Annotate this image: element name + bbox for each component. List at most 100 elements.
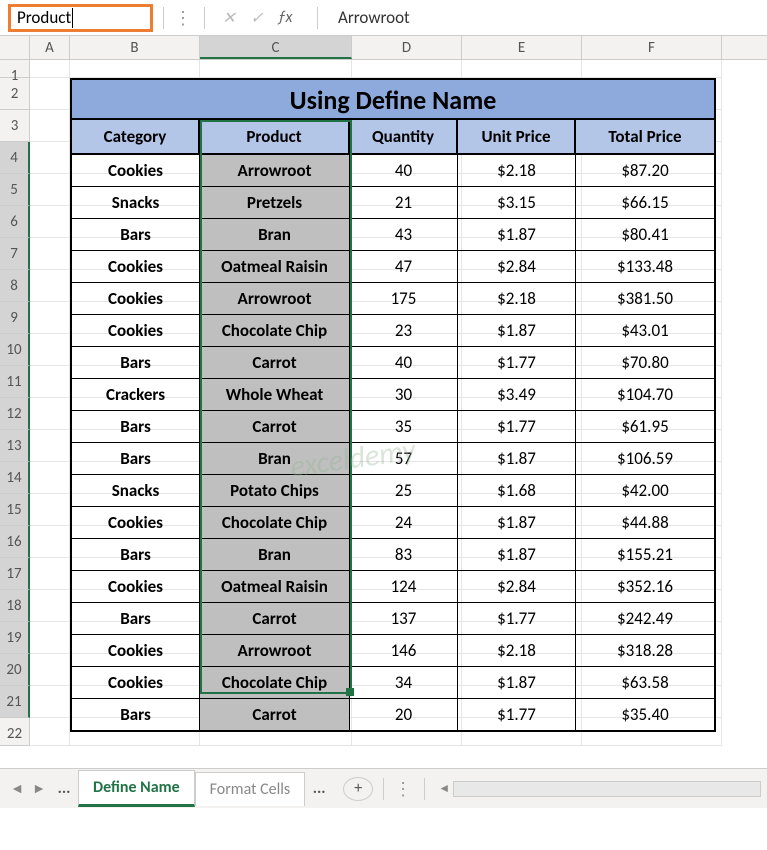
cell-tot: $66.15 bbox=[576, 187, 714, 218]
scroll-left-icon[interactable]: ◄ bbox=[435, 781, 453, 796]
formula-bar: Product ⋮ ✕ ✓ ƒx Arrowroot bbox=[0, 0, 767, 36]
separator bbox=[317, 7, 318, 29]
cell-unit: $1.68 bbox=[458, 475, 576, 506]
row-header-4[interactable]: 4 bbox=[0, 142, 30, 174]
cell-unit: $2.84 bbox=[458, 251, 576, 282]
cell-tot: $104.70 bbox=[576, 379, 714, 410]
cells[interactable]: Using Define Name Category Product Quant… bbox=[30, 60, 767, 746]
table-row[interactable]: SnacksPretzels21$3.15$66.15 bbox=[72, 187, 714, 219]
add-sheet-button[interactable]: + bbox=[343, 777, 373, 801]
table-row[interactable]: CookiesChocolate Chip23$1.87$43.01 bbox=[72, 315, 714, 347]
cell-prod: Bran bbox=[200, 443, 350, 474]
table-row[interactable]: BarsBran43$1.87$80.41 bbox=[72, 219, 714, 251]
tab-format-cells[interactable]: Format Cells bbox=[195, 772, 306, 806]
table-row[interactable]: CookiesArrowroot146$2.18$318.28 bbox=[72, 635, 714, 667]
table-row[interactable]: CookiesChocolate Chip34$1.87$63.58 bbox=[72, 667, 714, 699]
cell-qty: 40 bbox=[350, 155, 458, 186]
cancel-button[interactable]: ✕ bbox=[215, 8, 243, 28]
row-header-1[interactable]: 1 bbox=[0, 60, 30, 78]
cell-cat: Cookies bbox=[72, 635, 200, 666]
table-row[interactable]: BarsCarrot137$1.77$242.49 bbox=[72, 603, 714, 635]
cell-tot: $87.20 bbox=[576, 155, 714, 186]
tab-define-name[interactable]: Define Name bbox=[78, 770, 195, 807]
col-header-d[interactable]: D bbox=[352, 36, 462, 59]
col-header-e[interactable]: E bbox=[462, 36, 582, 59]
tab-nav-prev[interactable]: ◄ bbox=[6, 780, 28, 797]
row-header-17[interactable]: 17 bbox=[0, 558, 30, 590]
cell-unit: $3.49 bbox=[458, 379, 576, 410]
row-header-18[interactable]: 18 bbox=[0, 590, 30, 622]
scroll-track[interactable] bbox=[453, 781, 761, 797]
cell-cat: Bars bbox=[72, 539, 200, 570]
cell-qty: 20 bbox=[350, 699, 458, 730]
col-header-b[interactable]: B bbox=[70, 36, 200, 59]
table-title: Using Define Name bbox=[72, 80, 714, 120]
cell-unit: $1.77 bbox=[458, 603, 576, 634]
row-header-16[interactable]: 16 bbox=[0, 526, 30, 558]
table-row[interactable]: CookiesArrowroot40$2.18$87.20 bbox=[72, 155, 714, 187]
dots-icon: ⋮ bbox=[394, 778, 414, 800]
cell-unit: $1.77 bbox=[458, 347, 576, 378]
row-header-20[interactable]: 20 bbox=[0, 654, 30, 686]
fx-button[interactable]: ƒx bbox=[271, 8, 299, 27]
row-header-22[interactable]: 22 bbox=[0, 718, 30, 746]
cell-prod: Carrot bbox=[200, 411, 350, 442]
cell-unit: $3.15 bbox=[458, 187, 576, 218]
table-row[interactable]: CookiesChocolate Chip24$1.87$44.88 bbox=[72, 507, 714, 539]
row-header-15[interactable]: 15 bbox=[0, 494, 30, 526]
row-header-3[interactable]: 3 bbox=[0, 110, 30, 142]
cell-cat: Bars bbox=[72, 219, 200, 250]
row-header-8[interactable]: 8 bbox=[0, 270, 30, 302]
tab-overflow-left[interactable]: ... bbox=[50, 779, 78, 798]
row-header-2[interactable]: 2 bbox=[0, 78, 30, 110]
cell-prod: Arrowroot bbox=[200, 635, 350, 666]
table-row[interactable]: SnacksPotato Chips25$1.68$42.00 bbox=[72, 475, 714, 507]
row-header-21[interactable]: 21 bbox=[0, 686, 30, 718]
tab-nav-next[interactable]: ► bbox=[28, 780, 50, 797]
table-row[interactable]: CookiesOatmeal Raisin124$2.84$352.16 bbox=[72, 571, 714, 603]
cell-qty: 47 bbox=[350, 251, 458, 282]
row-header-7[interactable]: 7 bbox=[0, 238, 30, 270]
tab-overflow-right[interactable]: ... bbox=[305, 779, 333, 798]
row-header-9[interactable]: 9 bbox=[0, 302, 30, 334]
row-header-11[interactable]: 11 bbox=[0, 366, 30, 398]
cell-qty: 23 bbox=[350, 315, 458, 346]
cell-tot: $44.88 bbox=[576, 507, 714, 538]
table-row[interactable]: CookiesOatmeal Raisin47$2.84$133.48 bbox=[72, 251, 714, 283]
cell-unit: $2.84 bbox=[458, 571, 576, 602]
row-header-12[interactable]: 12 bbox=[0, 398, 30, 430]
row-header-10[interactable]: 10 bbox=[0, 334, 30, 366]
row-header-13[interactable]: 13 bbox=[0, 430, 30, 462]
col-header-a[interactable]: A bbox=[30, 36, 70, 59]
table-row[interactable]: BarsCarrot35$1.77$61.95 bbox=[72, 411, 714, 443]
cell-cat: Bars bbox=[72, 603, 200, 634]
cell-unit: $1.77 bbox=[458, 411, 576, 442]
header-product: Product bbox=[200, 120, 350, 153]
row-header-6[interactable]: 6 bbox=[0, 206, 30, 238]
cell-prod: Arrowroot bbox=[200, 155, 350, 186]
formula-input[interactable]: Arrowroot bbox=[328, 7, 759, 28]
enter-button[interactable]: ✓ bbox=[243, 8, 271, 28]
table-row[interactable]: CookiesArrowroot175$2.18$381.50 bbox=[72, 283, 714, 315]
separator bbox=[204, 7, 205, 29]
row-header-14[interactable]: 14 bbox=[0, 462, 30, 494]
sheet-area: A B C D E F 1234567891011121314151617181… bbox=[0, 36, 767, 808]
table-row[interactable]: BarsCarrot40$1.77$70.80 bbox=[72, 347, 714, 379]
table-row[interactable]: BarsBran83$1.87$155.21 bbox=[72, 539, 714, 571]
select-all-corner[interactable] bbox=[0, 36, 30, 59]
name-box[interactable]: Product bbox=[8, 4, 153, 32]
table-row[interactable]: BarsCarrot20$1.77$35.40 bbox=[72, 699, 714, 730]
horizontal-scrollbar[interactable]: ◄ bbox=[435, 781, 761, 797]
col-header-c[interactable]: C bbox=[200, 36, 352, 59]
cell-qty: 175 bbox=[350, 283, 458, 314]
cell-cat: Cookies bbox=[72, 283, 200, 314]
col-header-f[interactable]: F bbox=[582, 36, 722, 59]
table-row[interactable]: BarsBran57$1.87$106.59 bbox=[72, 443, 714, 475]
cell-cat: Cookies bbox=[72, 507, 200, 538]
row-header-5[interactable]: 5 bbox=[0, 174, 30, 206]
header-category: Category bbox=[72, 120, 200, 153]
row-header-19[interactable]: 19 bbox=[0, 622, 30, 654]
table-row[interactable]: CrackersWhole Wheat30$3.49$104.70 bbox=[72, 379, 714, 411]
cell-qty: 124 bbox=[350, 571, 458, 602]
cell-qty: 35 bbox=[350, 411, 458, 442]
